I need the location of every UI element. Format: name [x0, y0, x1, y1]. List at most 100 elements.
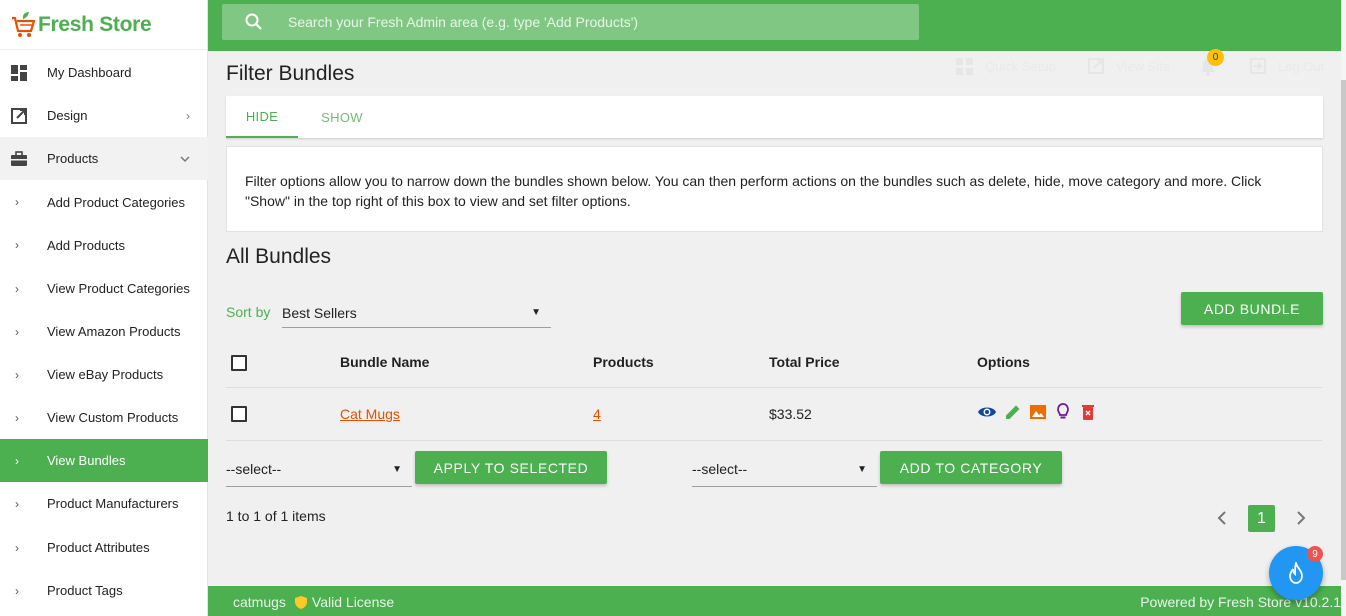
sidebar-item-add-products[interactable]: › Add Products: [0, 224, 208, 266]
chevron-right-icon: ›: [15, 453, 19, 468]
select-all-checkbox[interactable]: [231, 355, 247, 371]
sidebar: Fresh Store My Dashboard Design › Produc…: [0, 0, 208, 616]
quick-setup-link[interactable]: Quick Setup: [956, 58, 1056, 75]
prev-page-icon[interactable]: [1216, 511, 1228, 525]
apply-to-selected-button[interactable]: APPLY TO SELECTED: [415, 451, 607, 484]
dashboard-icon: [10, 64, 28, 82]
add-bundle-button[interactable]: ADD BUNDLE: [1181, 292, 1323, 325]
license-status: Valid License: [311, 594, 395, 610]
sidebar-item-product-manufacturers[interactable]: › Product Manufacturers: [0, 482, 208, 525]
open-external-icon: [10, 107, 28, 125]
col-options: Options: [977, 354, 1030, 370]
table-row: Cat Mugs 4 $33.52: [226, 388, 1322, 441]
sidebar-item-label: View Amazon Products: [47, 324, 181, 339]
sidebar-item-label: Product Attributes: [47, 540, 150, 555]
col-products[interactable]: Products: [593, 354, 654, 370]
log-out-link[interactable]: Log Out: [1250, 58, 1324, 74]
quick-setup-label: Quick Setup: [985, 59, 1056, 74]
image-icon[interactable]: [1028, 402, 1048, 422]
chevron-right-icon: ›: [15, 324, 19, 339]
sidebar-item-product-attributes[interactable]: › Product Attributes: [0, 526, 208, 569]
fab-count-badge: 9: [1307, 546, 1323, 562]
chevron-right-icon: ›: [15, 410, 19, 425]
sidebar-item-product-tags[interactable]: › Product Tags: [0, 569, 208, 612]
sidebar-item-label: Design: [47, 108, 88, 123]
sidebar-item-label: View Bundles: [47, 453, 126, 468]
row-checkbox[interactable]: [231, 406, 247, 422]
log-out-label: Log Out: [1278, 58, 1325, 74]
grid-icon: [956, 58, 973, 75]
chevron-right-icon: ›: [15, 195, 19, 209]
open-external-icon: [1088, 58, 1104, 74]
sidebar-item-my-dashboard[interactable]: My Dashboard: [0, 51, 208, 94]
flame-icon: [1289, 562, 1303, 584]
bundle-name-link[interactable]: Cat Mugs: [340, 406, 400, 422]
tab-hide[interactable]: HIDE: [226, 96, 298, 138]
chevron-right-icon: ›: [15, 540, 19, 555]
chevron-right-icon: ›: [186, 108, 190, 123]
filter-info-text: Filter options allow you to narrow down …: [245, 173, 1262, 209]
sidebar-item-label: View Custom Products: [47, 410, 179, 425]
sidebar-item-label: View Product Categories: [47, 281, 190, 296]
sidebar-item-view-product-categories[interactable]: › View Product Categories: [0, 267, 208, 310]
view-site-link[interactable]: View Site: [1088, 58, 1170, 74]
caret-down-icon: ▼: [857, 463, 867, 475]
logo-text: Fresh Store: [38, 12, 152, 36]
pencil-icon[interactable]: [1003, 402, 1023, 422]
top-header: [208, 0, 1341, 51]
view-site-label: View Site: [1116, 58, 1170, 74]
col-bundle-name[interactable]: Bundle Name: [340, 354, 429, 370]
chevron-down-icon: [180, 152, 190, 166]
logout-icon: [1250, 58, 1266, 74]
caret-down-icon: ▼: [531, 307, 541, 318]
category-select-value: --select--: [692, 461, 748, 477]
filter-tabs: HIDE SHOW: [226, 96, 1323, 138]
sort-select-value: Best Sellers: [282, 304, 357, 321]
filter-title: Filter Bundles: [226, 62, 355, 85]
chevron-right-icon: ›: [15, 367, 19, 382]
category-select[interactable]: --select-- ▼: [692, 452, 877, 487]
chevron-right-icon: ›: [15, 281, 19, 296]
bulk-action-select[interactable]: --select-- ▼: [226, 452, 412, 487]
eye-icon[interactable]: [977, 402, 997, 422]
page-number-current[interactable]: 1: [1248, 505, 1275, 532]
notification-count-badge: 0: [1207, 49, 1224, 66]
search-input[interactable]: [288, 14, 848, 30]
lightbulb-icon[interactable]: [1053, 402, 1073, 422]
sidebar-item-design[interactable]: Design ›: [0, 94, 208, 137]
briefcase-icon: [10, 150, 28, 168]
sidebar-item-label: Products: [47, 151, 99, 166]
col-total-price[interactable]: Total Price: [769, 354, 840, 370]
chevron-right-icon: ›: [15, 496, 19, 511]
sidebar-item-label: View eBay Products: [47, 367, 164, 382]
logo[interactable]: Fresh Store: [0, 0, 207, 50]
add-to-category-button[interactable]: ADD TO CATEGORY: [880, 451, 1062, 484]
sidebar-item-view-custom-products[interactable]: › View Custom Products: [0, 396, 208, 439]
tab-show[interactable]: SHOW: [308, 96, 376, 138]
sort-label: Sort by: [226, 304, 271, 320]
sidebar-item-view-ebay-products[interactable]: › View eBay Products: [0, 353, 208, 396]
delete-icon[interactable]: [1078, 402, 1098, 422]
sort-select[interactable]: Best Sellers ▼: [282, 298, 551, 328]
sidebar-item-view-amazon-products[interactable]: › View Amazon Products: [0, 310, 208, 353]
bundle-total-price: $33.52: [769, 406, 812, 422]
search-icon[interactable]: [244, 12, 264, 32]
caret-down-icon: ▼: [392, 463, 402, 475]
store-name: catmugs: [233, 594, 286, 610]
all-bundles-title: All Bundles: [226, 245, 332, 268]
sidebar-item-label: Product Tags: [47, 583, 123, 598]
footer-left: catmugs Valid License: [233, 594, 394, 610]
footer: catmugs Valid License Powered by Fresh S…: [208, 586, 1341, 616]
sidebar-item-products[interactable]: Products: [0, 137, 208, 180]
powered-by: Powered by Fresh Store v10.2.1: [1140, 594, 1341, 610]
sidebar-item-add-product-categories[interactable]: › Add Product Categories: [0, 181, 208, 223]
sidebar-item-label: Add Products: [47, 237, 126, 253]
search-bar: [222, 4, 919, 40]
next-page-icon[interactable]: [1295, 511, 1307, 525]
sidebar-item-view-bundles[interactable]: › View Bundles: [0, 439, 208, 482]
bundles-table-header: Bundle Name Products Total Price Options: [226, 338, 1322, 388]
chevron-right-icon: ›: [15, 238, 19, 252]
bundle-products-link[interactable]: 4: [593, 406, 601, 422]
page-scrollbar-thumb[interactable]: [1341, 80, 1346, 580]
filter-info-box: Filter options allow you to narrow down …: [226, 146, 1323, 232]
